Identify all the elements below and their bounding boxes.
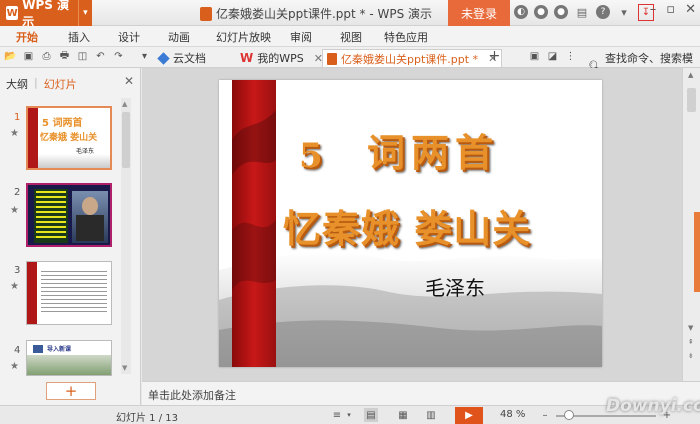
share-icon[interactable]: ◪ bbox=[546, 50, 559, 63]
dropdown-icon[interactable]: ▾ bbox=[616, 4, 632, 21]
new-tab-icon[interactable]: + bbox=[488, 48, 501, 64]
skin-icon[interactable]: ◐ bbox=[514, 5, 528, 19]
tab-my-wps-label: 我的WPS bbox=[257, 52, 304, 65]
tab-cloud-docs-label: 云文档 bbox=[173, 52, 206, 65]
export-pdf-icon[interactable]: ⎙ bbox=[40, 50, 53, 63]
tab-divider: | bbox=[34, 76, 38, 89]
add-slide-button[interactable]: + bbox=[46, 382, 96, 400]
menu-insert[interactable]: 插入 bbox=[68, 29, 90, 45]
slide-edit-area: 5 词两首 忆秦娥 娄山关 毛泽东 bbox=[142, 68, 682, 381]
file-menu-icon[interactable]: ▤ bbox=[574, 4, 590, 21]
quick-access-dropdown-icon[interactable]: ▾ bbox=[138, 50, 151, 63]
thumb-number: 4 bbox=[14, 345, 21, 356]
zoom-out-icon[interactable]: – bbox=[538, 408, 552, 422]
animation-star-icon: ★ bbox=[10, 128, 19, 139]
slide-title: 词两首 bbox=[367, 130, 500, 175]
document-title-text: 亿秦娥娄山关ppt课件.ppt * - WPS 演示 bbox=[216, 7, 433, 21]
open-folder-icon[interactable]: 📂 bbox=[4, 50, 17, 63]
thumb1-title: 5 词两首 bbox=[42, 118, 83, 129]
next-slide-icon[interactable]: ⇟ bbox=[688, 352, 694, 360]
current-slide[interactable]: 5 词两首 忆秦娥 娄山关 毛泽东 bbox=[219, 80, 602, 367]
tab-current-doc-label: 亿秦娥娄山关ppt课件.ppt * bbox=[341, 52, 479, 66]
menu-bar: 开始 插入 设计 动画 幻灯片放映 审阅 视图 特色应用 bbox=[0, 26, 700, 47]
menu-view[interactable]: 视图 bbox=[340, 29, 362, 45]
print-preview-icon[interactable]: ◫ bbox=[76, 50, 89, 63]
chevron-down-icon[interactable]: ▾ bbox=[77, 0, 92, 26]
menu-animation[interactable]: 动画 bbox=[168, 29, 190, 45]
notes-dropdown-icon[interactable]: ▾ bbox=[342, 408, 356, 422]
document-title: 亿秦娥娄山关ppt课件.ppt * - WPS 演示 bbox=[200, 5, 432, 22]
panel-scrollbar[interactable]: ▲ ▼ bbox=[121, 98, 131, 374]
redo-icon[interactable]: ↷ bbox=[112, 50, 125, 63]
menu-slideshow[interactable]: 幻灯片放映 bbox=[216, 29, 271, 45]
thumb1-subtitle: 忆秦娥 娄山关 bbox=[40, 133, 98, 143]
animation-star-icon: ★ bbox=[10, 205, 19, 216]
login-button[interactable]: 未登录 bbox=[448, 0, 510, 26]
prev-slide-icon[interactable]: ⇞ bbox=[688, 338, 694, 346]
settings-icon[interactable]: ● bbox=[534, 5, 548, 19]
thumb-number: 2 bbox=[14, 187, 21, 198]
normal-view-icon[interactable]: ▤ bbox=[364, 408, 378, 422]
scroll-up-icon[interactable]: ▲ bbox=[122, 100, 127, 108]
wps-w-icon: W bbox=[240, 51, 254, 65]
menu-review[interactable]: 审阅 bbox=[290, 29, 312, 45]
menu-special[interactable]: 特色应用 bbox=[384, 29, 428, 45]
menu-design[interactable]: 设计 bbox=[118, 29, 140, 45]
ppt-file-icon bbox=[200, 6, 212, 21]
thumb-number: 1 bbox=[14, 112, 21, 123]
tab-outline[interactable]: 大纲 bbox=[6, 76, 28, 92]
print-icon[interactable]: 🖶 bbox=[58, 50, 71, 63]
help-icon[interactable]: ? bbox=[596, 5, 610, 19]
maximize-icon[interactable]: ▫ bbox=[666, 2, 675, 17]
play-slideshow-button[interactable]: ▶ bbox=[455, 407, 483, 424]
close-icon[interactable]: ✕ bbox=[685, 2, 696, 17]
scroll-up-icon[interactable]: ▲ bbox=[688, 71, 693, 79]
slides-panel: 大纲 | 幻灯片 ✕ 1 ★ 5 词两首 忆秦娥 娄山关 毛泽东 2 ★ 3 ★… bbox=[0, 68, 141, 406]
menu-home[interactable]: 开始 bbox=[16, 29, 38, 45]
thumb4-title: 导入新课 bbox=[47, 346, 72, 353]
slide-title-number: 5 bbox=[299, 136, 323, 176]
tab-bar: 📂 ▣ ⎙ 🖶 ◫ ↶ ↷ ▾ 云文档 W 我的WPS ✕ 亿秦娥娄山关ppt课… bbox=[0, 47, 700, 81]
side-panel-toggle[interactable] bbox=[694, 212, 700, 292]
cloud-docs-icon bbox=[157, 51, 170, 65]
slide-sorter-icon[interactable]: ▦ bbox=[396, 408, 410, 422]
tab-current-doc[interactable]: 亿秦娥娄山关ppt课件.ppt * ✕ bbox=[322, 49, 503, 67]
scroll-down-icon[interactable]: ▼ bbox=[122, 364, 127, 372]
animation-star-icon: ★ bbox=[10, 281, 19, 292]
thumb-number: 3 bbox=[14, 265, 21, 276]
scroll-down-icon[interactable]: ▼ bbox=[688, 324, 693, 332]
wps-logo-icon: W bbox=[6, 6, 19, 20]
slide-subtitle: 忆秦娥 娄山关 bbox=[283, 206, 532, 251]
save-icon[interactable]: ▣ bbox=[22, 50, 35, 63]
watermark: Downyi.com bbox=[606, 396, 700, 416]
panel-scroll-thumb[interactable] bbox=[122, 112, 130, 168]
animation-star-icon: ★ bbox=[10, 361, 19, 372]
app-menu-button[interactable]: W WPS 演示 ▾ bbox=[0, 0, 92, 29]
more-icon[interactable]: ⋮ bbox=[564, 50, 577, 63]
ppt-file-icon bbox=[327, 52, 337, 65]
reading-view-icon[interactable]: ▥ bbox=[424, 408, 438, 422]
slide-thumbnail-1[interactable]: 5 词两首 忆秦娥 娄山关 毛泽东 bbox=[26, 106, 112, 170]
slide-thumbnail-3[interactable] bbox=[26, 261, 112, 325]
close-panel-icon[interactable]: ✕ bbox=[124, 74, 134, 88]
slide-author: 毛泽东 bbox=[425, 276, 485, 300]
title-bar: W WPS 演示 ▾ 亿秦娥娄山关ppt课件.ppt * - WPS 演示 未登… bbox=[0, 0, 700, 29]
zoom-slider-handle[interactable] bbox=[564, 410, 574, 420]
undo-icon[interactable]: ↶ bbox=[94, 50, 107, 63]
slide-thumbnail-2[interactable] bbox=[26, 183, 112, 247]
minimize-icon[interactable]: – bbox=[650, 2, 657, 17]
feedback-icon[interactable]: ● bbox=[554, 5, 568, 19]
tab-cloud-docs[interactable]: 云文档 bbox=[154, 49, 210, 67]
edit-scroll-thumb[interactable] bbox=[687, 88, 696, 112]
notes-placeholder: 单击此处添加备注 bbox=[148, 389, 236, 402]
slide-thumbnail-4[interactable]: 导入新课 bbox=[26, 340, 112, 376]
status-bar: 幻灯片 1 / 13 ≡ ▾ ▤ ▦ ▥ ▶ 48 % – + bbox=[0, 405, 700, 424]
backup-icon[interactable]: ▣ bbox=[528, 50, 541, 63]
zoom-level: 48 % bbox=[500, 409, 526, 420]
slide-counter: 幻灯片 1 / 13 bbox=[116, 413, 178, 424]
tab-slides[interactable]: 幻灯片 bbox=[44, 76, 77, 92]
tab-my-wps[interactable]: W 我的WPS ✕ bbox=[236, 49, 327, 67]
